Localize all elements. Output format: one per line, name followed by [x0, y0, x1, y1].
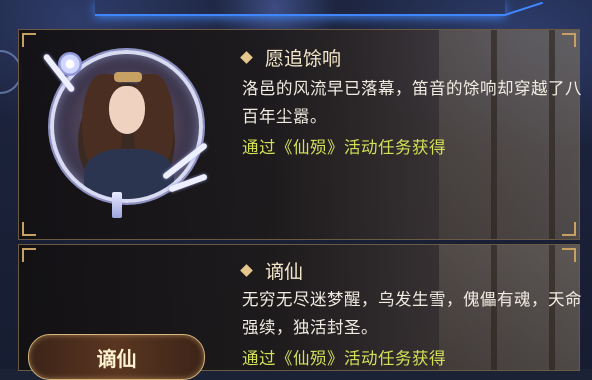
card-1-description: 洛邑的风流早已落幕，笛音的馀响却穿越了八百年尘嚣。	[242, 79, 582, 126]
name-plate-text: 谪仙	[96, 347, 137, 371]
background-window	[439, 30, 579, 239]
corner-ornament	[22, 33, 36, 47]
corner-ornament	[562, 222, 576, 236]
corner-ornament	[562, 33, 576, 47]
corner-ornament	[22, 222, 36, 236]
robe	[84, 149, 174, 199]
corner-ornament	[22, 248, 36, 262]
card-1-title-row: 愿追馀响	[240, 44, 342, 71]
corner-ornament	[562, 248, 576, 262]
top-glow-bar	[95, 0, 505, 16]
name-plate[interactable]: 谪仙	[28, 334, 205, 380]
card-2-title: 谪仙	[265, 261, 304, 283]
diamond-bullet-icon	[240, 51, 253, 64]
card-1-source: 通过《仙殒》活动任务获得	[242, 138, 446, 157]
card-2-title-row: 谪仙	[240, 257, 304, 284]
hair-crown	[114, 72, 142, 82]
diamond-bullet-icon	[240, 264, 253, 277]
card-1-title: 愿追馀响	[265, 48, 342, 70]
card-2-source: 通过《仙殒》活动任务获得	[242, 349, 446, 368]
card-2-description: 无穷无尽迷梦醒，乌发生雪，傀儡有魂，天命强续，独活封圣。	[242, 290, 582, 337]
tassel-ornament	[112, 192, 122, 218]
portrait-frame[interactable]	[40, 40, 209, 218]
face	[109, 86, 145, 134]
